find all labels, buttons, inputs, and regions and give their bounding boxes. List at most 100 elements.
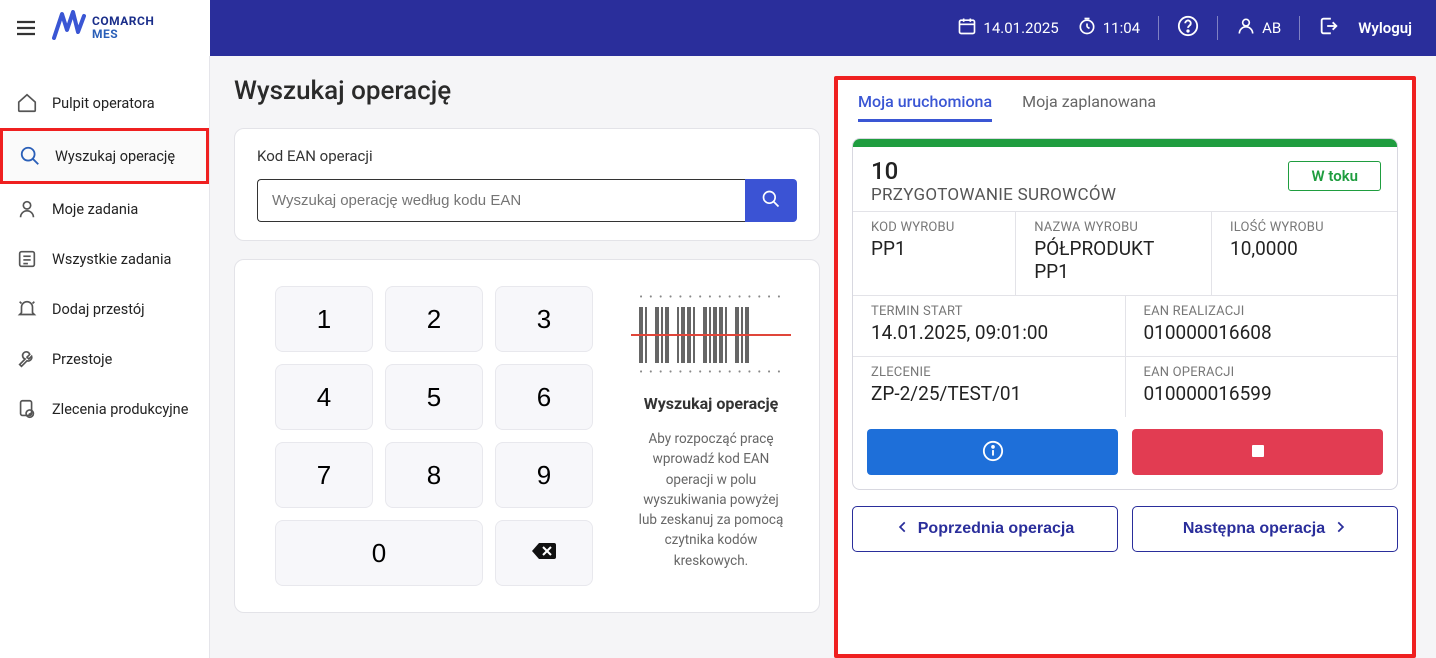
- operation-card: 10 PRZYGOTOWANIE SUROWCÓW W toku KOD WYR…: [852, 138, 1398, 490]
- value-nazwa-wyrobu: PÓŁPRODUKT PP1: [1034, 237, 1193, 283]
- key-6[interactable]: 6: [495, 364, 593, 430]
- info-button[interactable]: [867, 429, 1118, 475]
- search-icon: [761, 189, 781, 212]
- sidebar-item-my-tasks[interactable]: Moje zadania: [0, 184, 209, 234]
- wrench-icon: [16, 348, 38, 370]
- key-8[interactable]: 8: [385, 442, 483, 508]
- key-2[interactable]: 2: [385, 286, 483, 352]
- sidebar-item-add-downtime[interactable]: Dodaj przestój: [0, 284, 209, 334]
- list-icon: [16, 248, 38, 270]
- sidebar-item-production-orders[interactable]: Zlecenia produkcyjne: [0, 384, 209, 434]
- sidebar-label: Zlecenia produkcyjne: [52, 401, 188, 418]
- numeric-keypad: 1 2 3 4 5 6 7 8 9 0: [275, 286, 593, 586]
- value-zlecenie: ZP-2/25/TEST/01: [871, 382, 1107, 405]
- separator: [1299, 16, 1300, 40]
- barcode-icon: • • • • • • • • • • • • • • • • • • • • …: [639, 292, 782, 378]
- main-left: Wyszukaj operację Kod EAN operacji 1: [234, 76, 820, 658]
- clock-icon: [1077, 16, 1097, 40]
- main-content: Wyszukaj operację Kod EAN operacji 1: [210, 56, 1436, 658]
- chevron-left-icon: [896, 520, 910, 539]
- keypad-card: 1 2 3 4 5 6 7 8 9 0: [234, 259, 820, 613]
- label: ILOŚĆ WYROBU: [1230, 220, 1379, 235]
- value-ean-realizacji: 010000016608: [1144, 321, 1380, 344]
- stop-button[interactable]: [1132, 429, 1383, 475]
- key-backspace[interactable]: [495, 520, 593, 586]
- sidebar: Pulpit operatora Wyszukaj operację Moje …: [0, 56, 210, 658]
- status-badge: W toku: [1288, 161, 1381, 191]
- user-icon: [1236, 16, 1256, 40]
- header-left: COMARCH MES: [0, 0, 210, 56]
- keypad-help-text: Aby rozpocząć pracę wprowadź kod EAN ope…: [633, 429, 789, 571]
- keypad-info: • • • • • • • • • • • • • • • • • • • • …: [633, 286, 789, 586]
- hamburger-menu-icon[interactable]: [14, 16, 38, 40]
- sidebar-item-dashboard[interactable]: Pulpit operatora: [0, 78, 209, 128]
- status-stripe: [853, 139, 1397, 147]
- person-icon: [16, 198, 38, 220]
- value-ean-operacji: 010000016599: [1144, 382, 1380, 405]
- label: TERMIN START: [871, 304, 1107, 319]
- label: EAN OPERACJI: [1144, 365, 1380, 380]
- label: KOD WYROBU: [871, 220, 997, 235]
- operation-panel: Moja uruchomiona Moja zaplanowana 10 PRZ…: [834, 76, 1416, 658]
- prev-label: Poprzednia operacja: [918, 520, 1075, 538]
- tab-my-running[interactable]: Moja uruchomiona: [858, 92, 992, 122]
- page-title: Wyszukaj operację: [234, 76, 820, 106]
- sidebar-item-downtimes[interactable]: Przestoje: [0, 334, 209, 384]
- keypad-title: Wyszukaj operację: [644, 394, 779, 413]
- date-text: 14.01.2025: [983, 19, 1058, 37]
- sidebar-label: Pulpit operatora: [52, 95, 155, 112]
- key-9[interactable]: 9: [495, 442, 593, 508]
- sidebar-item-all-tasks[interactable]: Wszystkie zadania: [0, 234, 209, 284]
- user-badge[interactable]: AB: [1236, 16, 1281, 40]
- help-icon[interactable]: [1177, 15, 1199, 41]
- logo-icon: [52, 10, 86, 47]
- brand-logo: COMARCH MES: [52, 10, 154, 47]
- key-0[interactable]: 0: [275, 520, 483, 586]
- search-button[interactable]: [745, 179, 797, 222]
- sidebar-label: Wszystkie zadania: [52, 251, 171, 268]
- value-kod-wyrobu: PP1: [871, 237, 997, 260]
- prev-operation-button[interactable]: Poprzednia operacja: [852, 506, 1118, 552]
- search-icon: [19, 145, 41, 167]
- tab-my-planned[interactable]: Moja zaplanowana: [1022, 92, 1156, 122]
- key-7[interactable]: 7: [275, 442, 373, 508]
- time-text: 11:04: [1103, 19, 1140, 37]
- label: EAN REALIZACJI: [1144, 304, 1380, 319]
- operation-details: KOD WYROBU PP1 NAZWA WYROBU PÓŁPRODUKT PP1…: [853, 211, 1397, 417]
- key-1[interactable]: 1: [275, 286, 373, 352]
- chevron-right-icon: [1333, 520, 1347, 539]
- backspace-icon: [530, 538, 558, 569]
- app-header: COMARCH MES 14.01.2025 11:04 AB: [0, 0, 1436, 56]
- key-3[interactable]: 3: [495, 286, 593, 352]
- sidebar-label: Dodaj przestój: [52, 301, 145, 318]
- header-time: 11:04: [1077, 16, 1140, 40]
- bell-icon: [16, 298, 38, 320]
- sidebar-item-search-operation[interactable]: Wyszukaj operację: [0, 128, 209, 184]
- operation-nav: Poprzednia operacja Następna operacja: [852, 506, 1398, 552]
- logout-icon[interactable]: [1318, 15, 1340, 41]
- operation-header: 10 PRZYGOTOWANIE SUROWCÓW W toku: [853, 147, 1397, 211]
- info-icon: [982, 440, 1004, 465]
- document-icon: [16, 398, 38, 420]
- next-operation-button[interactable]: Następna operacja: [1132, 506, 1398, 552]
- label: NAZWA WYROBU: [1034, 220, 1193, 235]
- next-label: Następna operacja: [1183, 520, 1325, 538]
- search-label: Kod EAN operacji: [257, 147, 797, 165]
- key-4[interactable]: 4: [275, 364, 373, 430]
- brand-line2: MES: [92, 28, 154, 41]
- separator: [1158, 16, 1159, 40]
- home-icon: [16, 92, 38, 114]
- ean-search-input[interactable]: [257, 179, 745, 222]
- separator: [1217, 16, 1218, 40]
- user-initials: AB: [1262, 19, 1281, 37]
- search-card: Kod EAN operacji: [234, 128, 820, 241]
- value-termin-start: 14.01.2025, 09:01:00: [871, 321, 1107, 344]
- value-ilosc-wyrobu: 10,0000: [1230, 237, 1379, 260]
- sidebar-label: Moje zadania: [52, 201, 138, 218]
- operation-actions: [853, 417, 1397, 489]
- label: ZLECENIE: [871, 365, 1107, 380]
- sidebar-label: Przestoje: [52, 351, 112, 368]
- key-5[interactable]: 5: [385, 364, 483, 430]
- logout-button[interactable]: Wyloguj: [1358, 19, 1412, 37]
- header-date: 14.01.2025: [957, 16, 1058, 40]
